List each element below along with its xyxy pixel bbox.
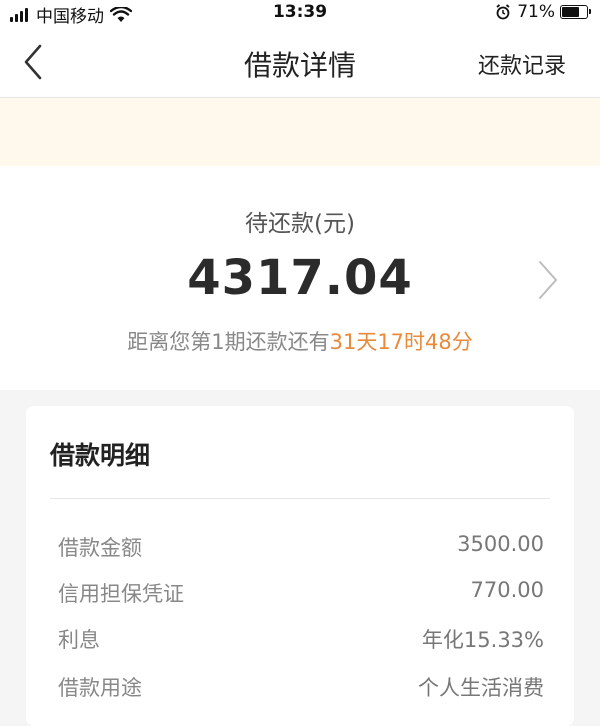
detail-value: 年化15.33% (421, 628, 544, 652)
detail-row-purpose: 借款用途 个人生活消费 (58, 672, 544, 702)
pending-repayment-panel[interactable]: 待还款(元) 4317.04 距离您第1期还款还有31天17时48分 (0, 166, 600, 390)
nav-bar: 借款详情 还款记录 (0, 26, 600, 98)
detail-value: 770.00 (470, 578, 544, 602)
battery-fill (562, 7, 580, 17)
detail-value: 3500.00 (457, 532, 544, 556)
detail-row-interest: 利息 年化15.33% (58, 624, 544, 654)
status-bar: 中国移动 13:39 71% (0, 0, 600, 27)
battery-percentage: 71% (517, 2, 555, 22)
detail-row-guarantee: 信用担保凭证 770.00 (58, 578, 544, 608)
detail-key: 借款用途 (58, 676, 142, 700)
detail-key: 利息 (58, 628, 100, 652)
notice-banner (0, 98, 600, 166)
countdown-value: 31天17时48分 (329, 330, 473, 354)
chevron-right-icon[interactable] (536, 258, 560, 302)
divider (50, 498, 550, 499)
detail-row-loan-amount: 借款金额 3500.00 (58, 532, 544, 562)
pending-repayment-label: 待还款(元) (245, 211, 355, 237)
repayment-countdown: 距离您第1期还款还有31天17时48分 (0, 326, 600, 356)
countdown-prefix: 距离您第1期还款还有 (127, 330, 330, 354)
loan-details-title: 借款明细 (50, 441, 151, 470)
loan-details-card: 借款明细 借款金额 3500.00 信用担保凭证 770.00 利息 年化15.… (26, 406, 574, 726)
pending-repayment-amount: 4317.04 (187, 250, 413, 306)
alarm-clock-icon (496, 4, 510, 20)
repayment-records-link[interactable]: 还款记录 (478, 48, 566, 80)
detail-key: 借款金额 (58, 536, 142, 560)
detail-value: 个人生活消费 (418, 676, 544, 700)
status-right: 71% (495, 2, 591, 22)
battery-icon (560, 5, 591, 19)
detail-key: 信用担保凭证 (58, 582, 184, 606)
